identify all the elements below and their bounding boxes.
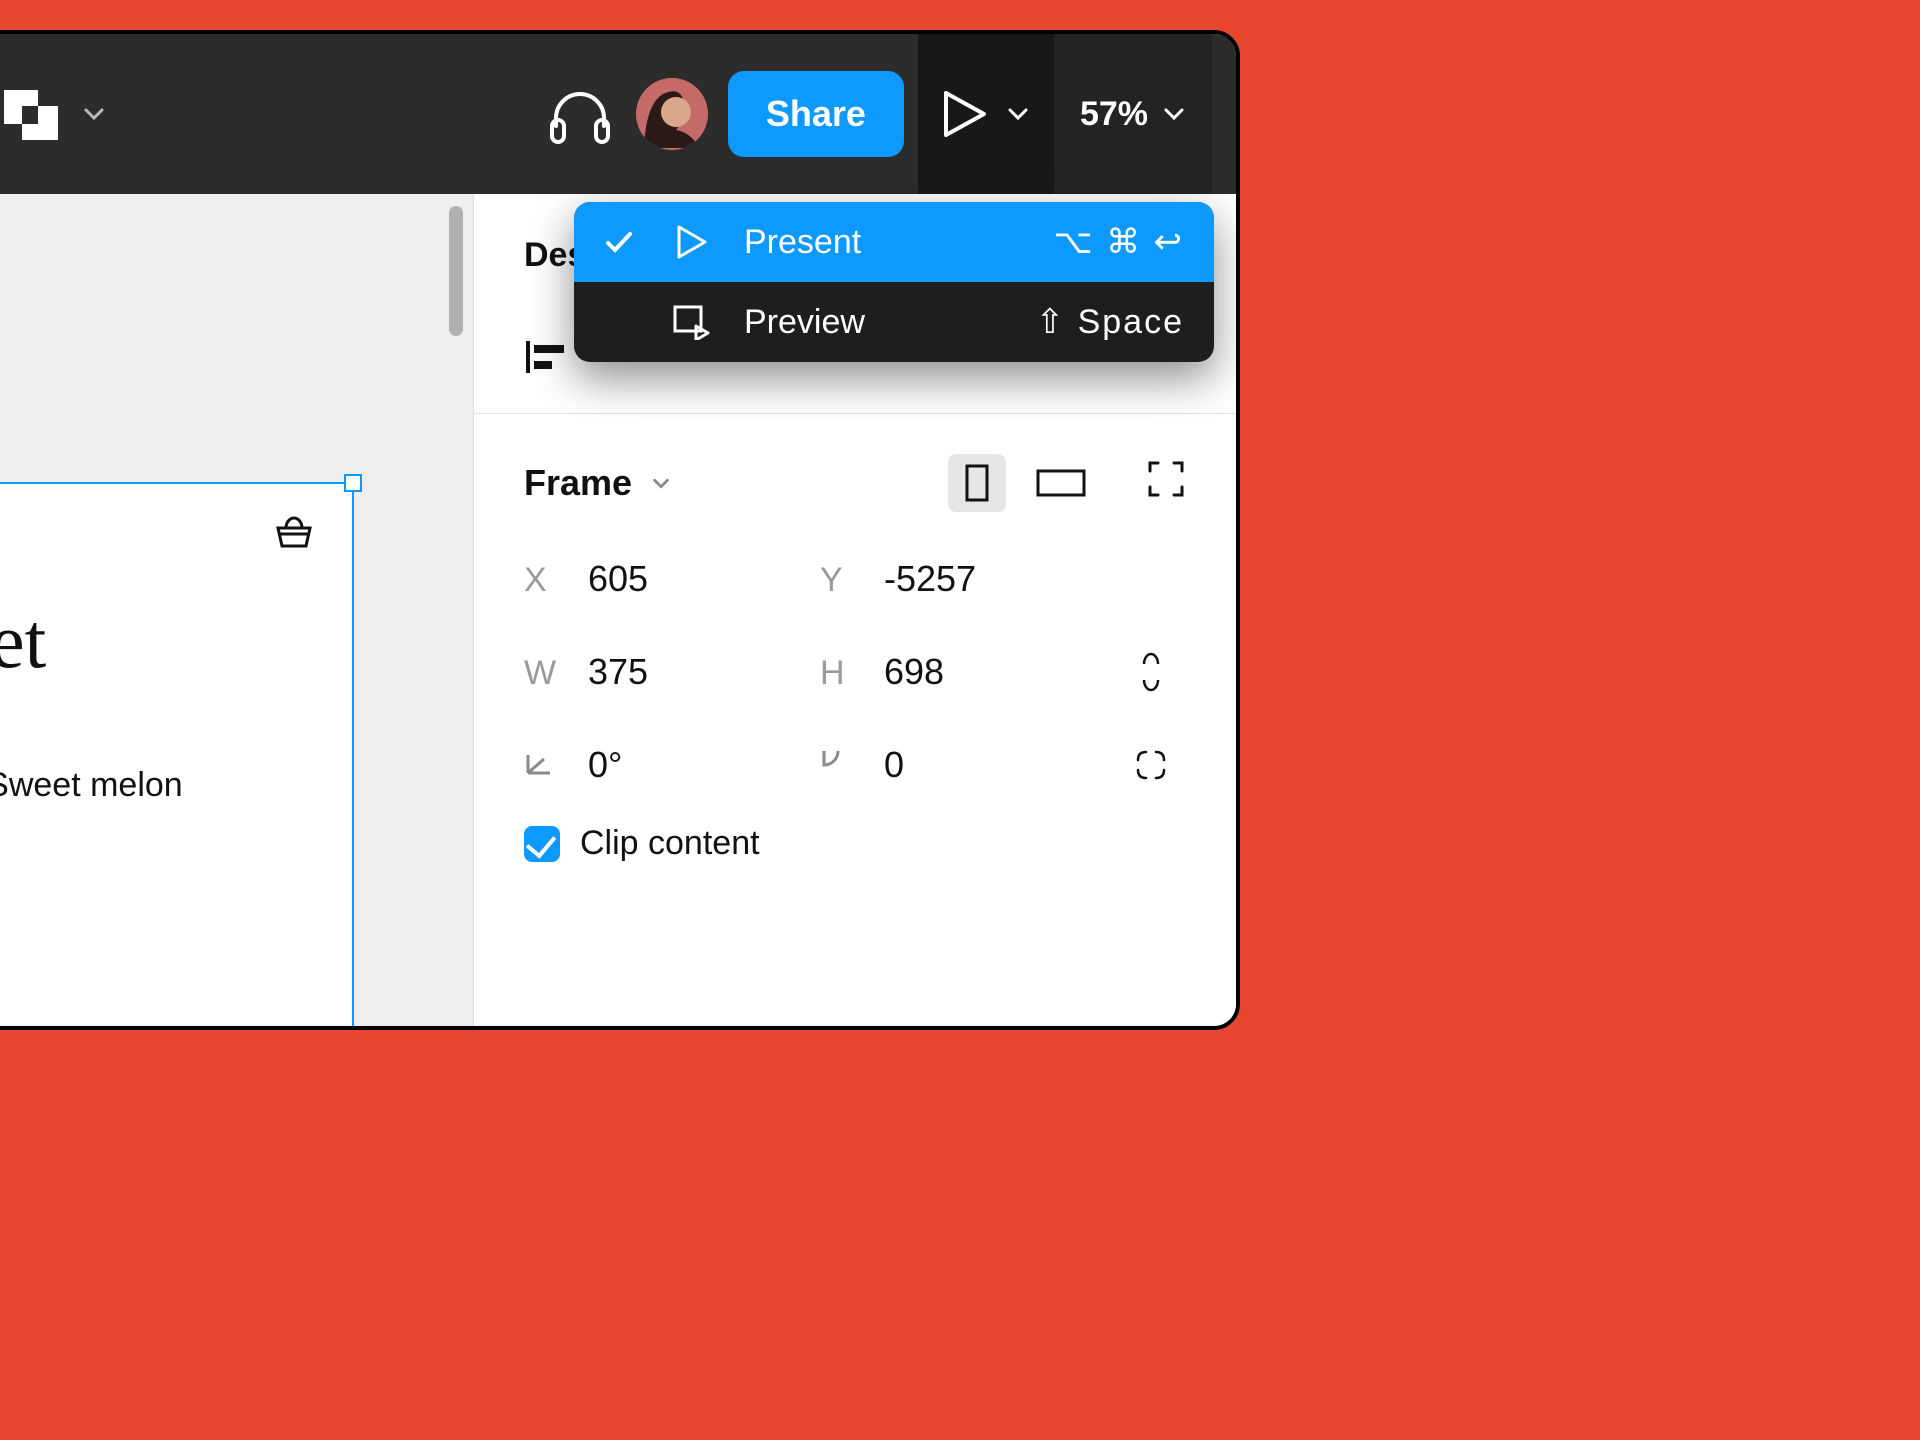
chevron-down-icon [1162,102,1186,126]
chevron-down-icon[interactable] [650,472,672,494]
preview-icon [658,304,726,340]
basket-icon [272,510,316,550]
selected-frame[interactable]: d Peas asket imson Sweet melon .89/lb [0,482,354,1030]
constrain-proportions-icon[interactable] [1116,650,1186,694]
toolbar: Share 57% [0,34,1236,194]
menu-item-preview[interactable]: Preview ⇧ Space [574,282,1214,362]
clip-content-label: Clip content [580,824,760,863]
zoom-control[interactable]: 57% [1054,34,1212,194]
headphones-icon[interactable] [544,78,616,150]
y-field[interactable]: Y -5257 [820,558,1096,600]
scrollbar-thumb[interactable] [449,206,463,336]
canvas[interactable]: sket d Peas asket imson Sweet melon .89/… [0,194,474,1026]
resize-handle[interactable] [344,474,362,492]
component-tool[interactable] [0,84,106,144]
menu-item-label: Present [744,223,861,262]
present-button[interactable] [918,34,1054,194]
orientation-portrait-button[interactable] [948,454,1006,512]
height-field[interactable]: H 698 [820,651,1096,693]
share-button[interactable]: Share [728,71,904,157]
frame-section-label[interactable]: Frame [524,462,632,504]
zoom-label: 57% [1080,95,1148,134]
corner-radius-field[interactable]: 0 [820,744,1096,786]
menu-item-present[interactable]: Present ⌥ ⌘ ↩ [574,202,1214,282]
menu-item-label: Preview [744,303,865,342]
product-name: imson Sweet melon [0,766,352,805]
app-window: Share 57% sket [0,30,1240,1030]
product-price: .89/lb [0,819,352,858]
menu-item-shortcut: ⇧ Space [1036,302,1184,342]
corner-radius-icon [820,747,850,777]
user-avatar[interactable] [636,78,708,150]
clip-content-checkbox[interactable] [524,826,560,862]
width-field[interactable]: W 375 [524,651,800,693]
check-icon [596,229,642,255]
chevron-down-icon[interactable] [1006,102,1030,126]
menu-item-shortcut: ⌥ ⌘ ↩ [1053,222,1184,262]
independent-corners-icon[interactable] [1116,748,1186,782]
play-icon [658,223,726,261]
x-field[interactable]: X 605 [524,558,800,600]
rotation-field[interactable]: 0° [524,744,800,786]
present-dropdown-menu: Present ⌥ ⌘ ↩ Preview ⇧ Space [574,202,1214,362]
frame-heading: asket [0,596,352,686]
chevron-down-icon [82,102,106,126]
angle-icon [524,749,554,777]
orientation-landscape-button[interactable] [1032,454,1090,512]
resize-to-fit-icon[interactable] [1146,459,1186,508]
